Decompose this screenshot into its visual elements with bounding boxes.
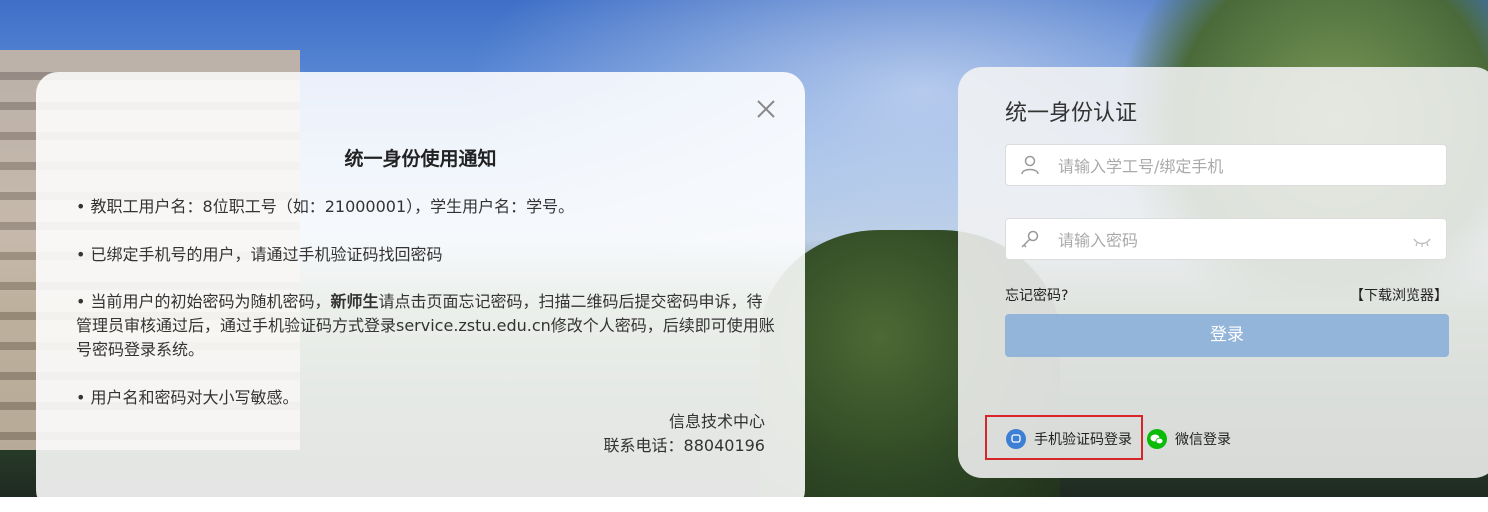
username-field (1005, 144, 1447, 187)
login-button[interactable]: 登录 (1005, 314, 1449, 357)
password-input[interactable] (1056, 219, 1400, 261)
download-browser-link[interactable]: 【下载浏览器】 (1350, 285, 1448, 305)
notice-panel: 统一身份使用通知 • 教职工用户名：8位职工号（如：21000001），学生用户… (36, 72, 805, 512)
notice-item-initial-password: • 当前用户的初始密码为随机密码，新师生请点击页面忘记密码，扫描二维码后提交密码… (76, 290, 776, 362)
notice-item-username: • 教职工用户名：8位职工号（如：21000001），学生用户名：学号。 (76, 197, 575, 216)
signature-org: 信息技术中心 (668, 412, 765, 431)
notice-item-case-sensitive: • 用户名和密码对大小写敏感。 (76, 388, 299, 407)
password-field (1005, 218, 1447, 261)
highlight-box (985, 415, 1143, 460)
notice-signature: 信息技术中心 联系电话：88040196 (604, 410, 765, 458)
notice-bold-text: 新师生 (330, 292, 379, 311)
signature-phone: 联系电话：88040196 (603, 436, 765, 455)
notice-text: • 当前用户的初始密码为随机密码， (76, 292, 331, 311)
user-icon (1020, 155, 1040, 175)
notice-item-phone-reset: • 已绑定手机号的用户，请通过手机验证码找回密码 (76, 245, 443, 264)
forgot-password-link[interactable]: 忘记密码? (1005, 285, 1068, 305)
username-input[interactable] (1056, 145, 1400, 187)
close-icon[interactable] (755, 98, 777, 120)
login-heading: 统一身份认证 (1005, 101, 1138, 126)
wechat-login-option[interactable]: 微信登录 (1147, 427, 1231, 451)
key-icon (1020, 229, 1040, 249)
wechat-icon (1147, 429, 1167, 449)
notice-title: 统一身份使用通知 (344, 148, 497, 170)
wechat-login-label: 微信登录 (1175, 432, 1231, 448)
eye-closed-icon[interactable] (1412, 233, 1432, 247)
